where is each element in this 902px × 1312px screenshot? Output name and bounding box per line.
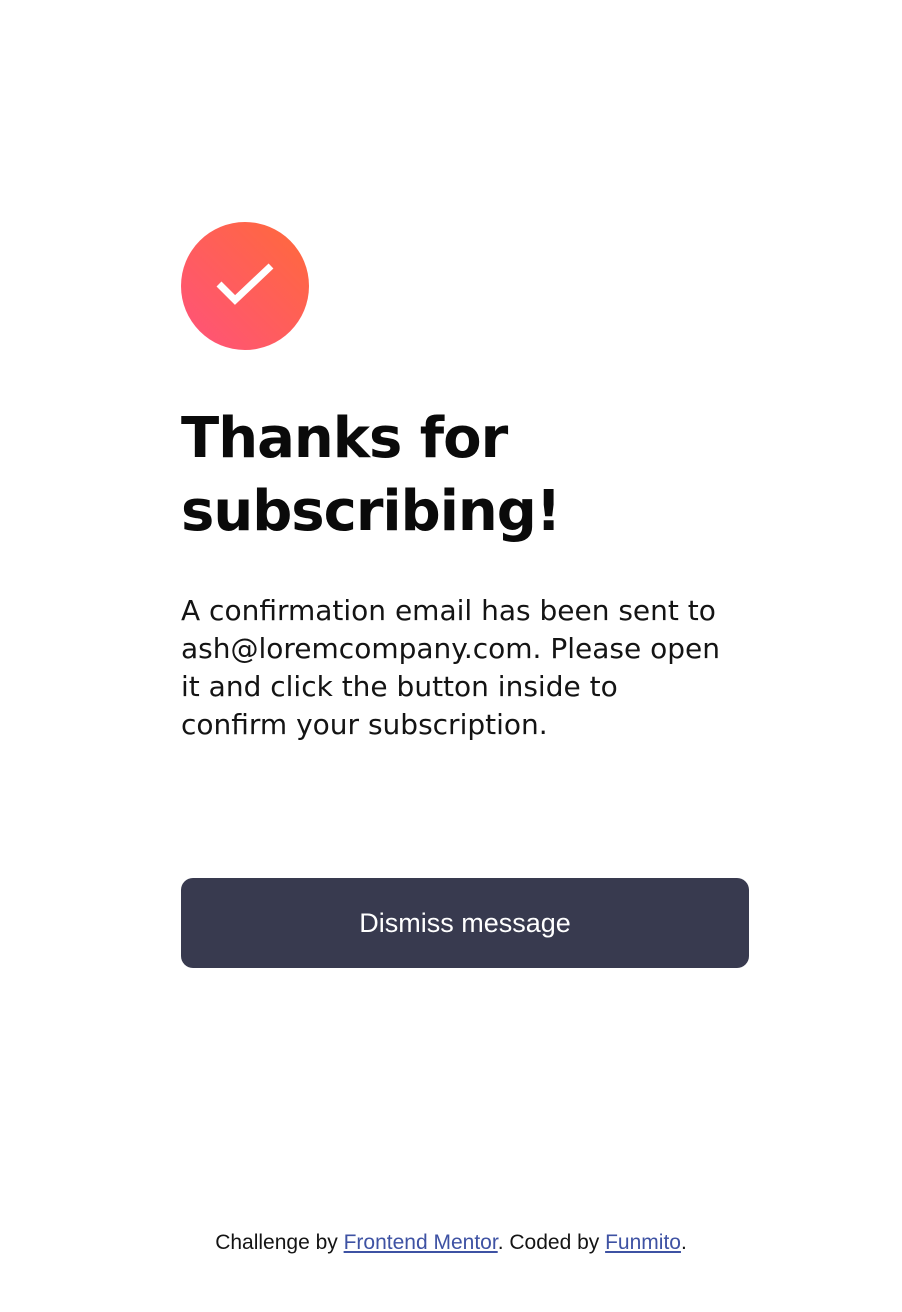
page-title: Thanks for subscribing! <box>181 406 561 544</box>
success-badge <box>181 222 309 350</box>
author-link[interactable]: Funmito <box>605 1231 681 1254</box>
footer-middle: . Coded by <box>497 1231 606 1254</box>
footer-prefix: Challenge by <box>215 1231 344 1254</box>
attribution-footer: Challenge by Frontend Mentor. Coded by F… <box>0 1229 902 1257</box>
frontend-mentor-link[interactable]: Frontend Mentor <box>344 1231 498 1254</box>
dismiss-message-button[interactable]: Dismiss message <box>181 878 749 968</box>
checkmark-icon <box>216 263 274 305</box>
success-card: Thanks for subscribing! A confirmation e… <box>181 222 749 744</box>
footer-suffix: . <box>680 1231 687 1254</box>
confirmation-message: A confirmation email has been sent to as… <box>181 594 720 741</box>
success-page: Thanks for subscribing! A confirmation e… <box>0 0 902 1312</box>
